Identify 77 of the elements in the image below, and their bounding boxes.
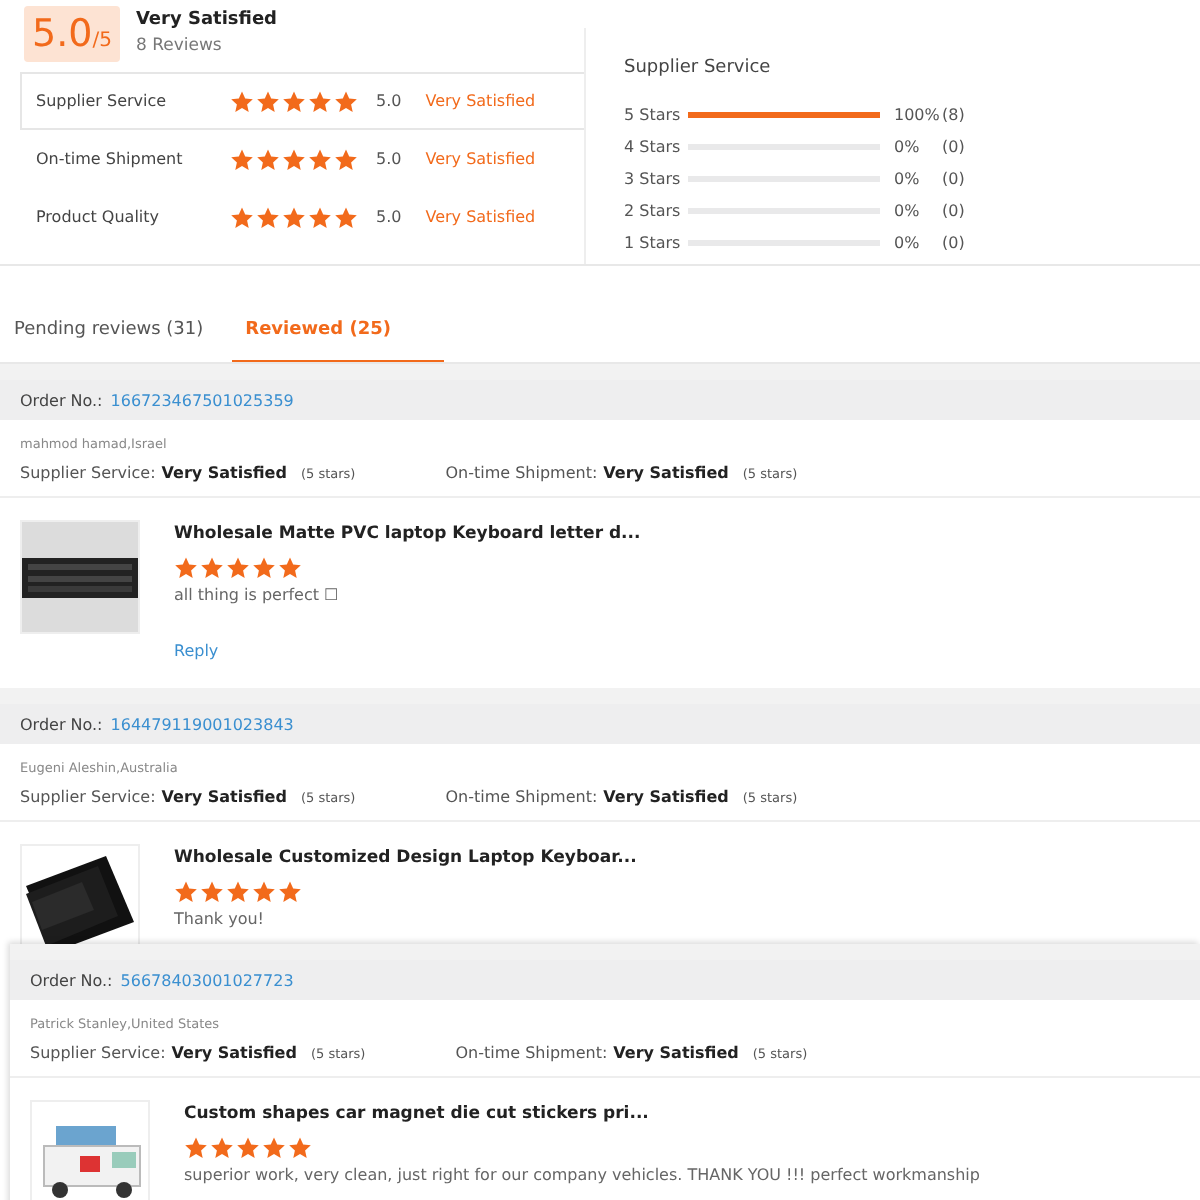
rating-label: On-time Shipment xyxy=(36,150,185,168)
rating-value: 5.0 xyxy=(376,208,402,226)
star-icon xyxy=(226,880,250,904)
rating-label: Product Quality xyxy=(36,208,162,226)
rating-row[interactable]: On-time Shipment 5.0 Very Satisfied xyxy=(20,130,584,188)
star-icon xyxy=(334,147,358,171)
star-icon xyxy=(282,89,306,113)
count-label: (0) xyxy=(942,233,965,252)
percent-label: 0% xyxy=(894,138,922,157)
star-icon xyxy=(252,556,276,580)
review-count: 8 Reviews xyxy=(135,36,224,56)
product-title[interactable]: Wholesale Customized Design Laptop Keyboar... xyxy=(174,848,637,868)
count-label: (0) xyxy=(942,169,965,188)
star-icon xyxy=(308,147,332,171)
star-icon xyxy=(200,880,224,904)
star-icon xyxy=(184,1136,208,1160)
star-icon xyxy=(252,880,276,904)
star-icon xyxy=(174,880,198,904)
star-icon xyxy=(308,205,332,229)
rating-verdict: Very Satisfied xyxy=(425,150,536,168)
rating-value: 5.0 xyxy=(376,150,402,168)
star-icon xyxy=(256,147,280,171)
star-level-label: 5 Stars xyxy=(624,106,683,125)
star-icon xyxy=(226,556,250,580)
rating-row[interactable]: Product Quality 5.0 Very Satisfied xyxy=(20,188,584,246)
star-icon xyxy=(230,89,254,113)
supplier-rating: Supplier Service: Very Satisfied xyxy=(20,464,287,482)
shipment-rating: On-time Shipment: Very Satisfied xyxy=(445,464,729,482)
star-icon xyxy=(230,147,254,171)
tab[interactable]: Pending reviews (31) xyxy=(0,316,218,362)
star-icon xyxy=(278,556,302,580)
supplier-rating: Supplier Service: Very Satisfied xyxy=(30,1044,297,1062)
percent-label: 100% xyxy=(894,106,942,125)
shipment-rating: On-time Shipment: Very Satisfied xyxy=(445,788,729,806)
review-comment: all thing is perfect ☐ xyxy=(174,586,341,604)
star-icon xyxy=(256,205,280,229)
star-icon xyxy=(278,880,302,904)
count-label: (0) xyxy=(942,138,965,157)
rating-label: Supplier Service xyxy=(36,92,169,110)
percent-label: 0% xyxy=(894,169,922,188)
star-icon xyxy=(236,1136,260,1160)
rating-verdict: Very Satisfied xyxy=(425,208,536,226)
order-label: Order No.: xyxy=(20,391,103,409)
star-icon xyxy=(334,205,358,229)
percent-label: 0% xyxy=(894,233,922,252)
star-level-label: 1 Stars xyxy=(624,233,683,252)
star-icon xyxy=(262,1136,286,1160)
count-label: (8) xyxy=(942,106,965,125)
star-icon xyxy=(282,205,306,229)
order-label: Order No.: xyxy=(30,971,113,989)
rating-title: Very Satisfied xyxy=(135,10,277,30)
shipment-rating: On-time Shipment: Very Satisfied xyxy=(455,1044,739,1062)
star-icon xyxy=(174,556,198,580)
product-title[interactable]: Custom shapes car magnet die cut stickers pri... xyxy=(184,1104,980,1124)
star-icon xyxy=(230,205,254,229)
review-comment: superior work, very clean, just right for our company vehicles. THANK YOU !!! perfect workmanship xyxy=(184,1166,980,1184)
supplier-rating: Supplier Service: Very Satisfied xyxy=(20,788,287,806)
star-icon xyxy=(308,89,332,113)
star-icon xyxy=(282,147,306,171)
count-label: (0) xyxy=(942,201,965,220)
star-icon xyxy=(334,89,358,113)
star-level-label: 4 Stars xyxy=(624,138,683,157)
score-badge: 5.0/5 xyxy=(24,6,120,62)
star-icon xyxy=(256,89,280,113)
order-label: Order No.: xyxy=(20,715,103,733)
rating-verdict: Very Satisfied xyxy=(425,92,536,110)
breakdown-title: Supplier Service xyxy=(624,58,773,78)
star-icon xyxy=(288,1136,312,1160)
star-icon xyxy=(210,1136,234,1160)
star-icon xyxy=(200,556,224,580)
product-title[interactable]: Wholesale Matte PVC laptop Keyboard letter d... xyxy=(174,524,641,544)
rating-row[interactable]: Supplier Service 5.0 Very Satisfied xyxy=(20,72,584,130)
star-level-label: 2 Stars xyxy=(624,201,683,220)
review-comment: Thank you! xyxy=(174,910,267,928)
rating-value: 5.0 xyxy=(376,92,402,110)
percent-label: 0% xyxy=(894,201,922,220)
star-level-label: 3 Stars xyxy=(624,169,683,188)
